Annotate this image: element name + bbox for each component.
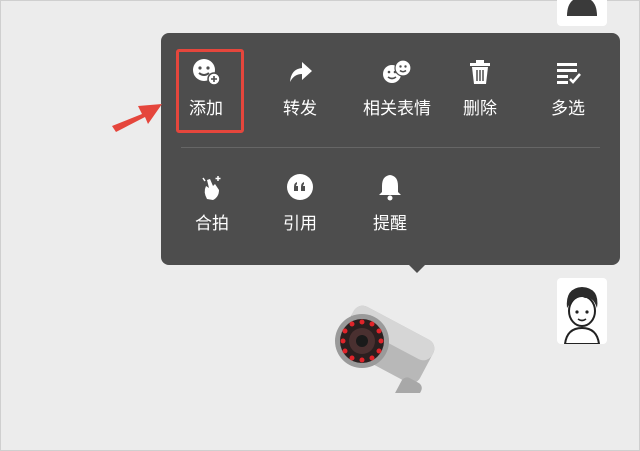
menu-item-multi-select[interactable]: 多选: [523, 48, 613, 130]
menu-item-label: 删除: [463, 99, 497, 119]
quote-icon: [255, 169, 345, 205]
pointer-arrow: [108, 96, 166, 140]
menu-item-remind[interactable]: 提醒: [345, 163, 435, 245]
menu-item-label: 引用: [283, 214, 317, 234]
menu-divider: [181, 147, 600, 148]
multi-select-icon: [523, 54, 613, 90]
menu-item-delete[interactable]: 删除: [435, 48, 525, 130]
menu-item-related-stickers[interactable]: 相关表情: [345, 48, 449, 130]
avatar[interactable]: [557, 0, 607, 26]
highlight-box: [176, 49, 244, 133]
bell-icon: [345, 169, 435, 205]
related-stickers-icon: [345, 54, 449, 90]
menu-item-label: 提醒: [373, 214, 407, 234]
trash-icon: [435, 54, 525, 90]
pat-icon: [167, 169, 257, 205]
menu-item-label: 相关表情: [363, 99, 431, 119]
avatar[interactable]: [557, 278, 607, 344]
menu-item-quote[interactable]: 引用: [255, 163, 345, 245]
menu-item-label: 多选: [551, 99, 585, 119]
menu-item-label: 转发: [283, 99, 317, 119]
forward-icon: [255, 54, 345, 90]
menu-item-forward[interactable]: 转发: [255, 48, 345, 130]
sticker-image[interactable]: [322, 303, 457, 407]
menu-item-label: 合拍: [195, 214, 229, 234]
menu-item-pat[interactable]: 合拍: [167, 163, 257, 245]
